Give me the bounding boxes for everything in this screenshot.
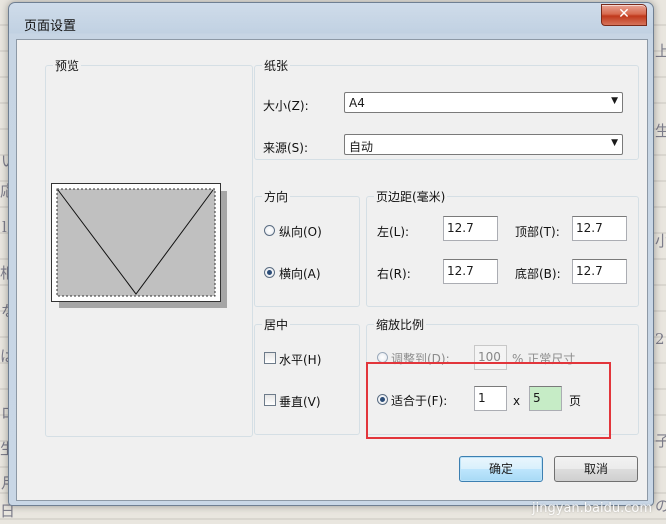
- margin-left-input[interactable]: 12.7: [443, 216, 498, 241]
- scaling-legend: 缩放比例: [374, 316, 427, 333]
- center-vertical-checkbox[interactable]: [264, 394, 276, 406]
- center-group: 居中: [254, 316, 360, 435]
- scrawl-14: 2: [655, 330, 665, 348]
- close-button[interactable]: ✕: [601, 4, 647, 26]
- paper-size-label: 大小(Z):: [263, 99, 309, 113]
- chevron-down-icon: ▼: [611, 138, 618, 148]
- cancel-button[interactable]: 取消: [554, 456, 638, 482]
- margin-bottom-input[interactable]: 12.7: [572, 259, 627, 284]
- preview-page: [51, 183, 221, 302]
- center-horizontal-label[interactable]: 水平(H): [279, 351, 321, 368]
- dialog-body: 预览 纸张 大小(Z): A4 ▼ 来源(S): 自动 ▼ 方向 纵向(O) 横…: [16, 39, 648, 501]
- center-vertical-label[interactable]: 垂直(V): [279, 393, 321, 410]
- preview-printable-area: [56, 188, 216, 297]
- paper-source-value: 自动: [349, 140, 374, 154]
- scrawl-3: l: [2, 218, 7, 236]
- landscape-radio[interactable]: [264, 267, 275, 278]
- margin-bottom-label: 底部(B):: [515, 267, 561, 281]
- close-icon: ✕: [618, 6, 630, 22]
- margin-left-label: 左(L):: [377, 225, 410, 239]
- paper-legend: 纸张: [262, 57, 291, 74]
- title-bar[interactable]: 页面设置 ✕: [9, 3, 653, 41]
- margins-legend: 页边距(毫米): [374, 188, 448, 205]
- scrawl-16: の: [655, 497, 666, 515]
- watermark-text: jingyan.baidu.com: [532, 501, 652, 516]
- landscape-label[interactable]: 横向(A): [279, 265, 321, 282]
- margin-right-input[interactable]: 12.7: [443, 259, 498, 284]
- margin-top-input[interactable]: 12.7: [572, 216, 627, 241]
- scrawl-15: 子: [655, 432, 666, 450]
- paper-size-value: A4: [349, 96, 365, 110]
- ok-button[interactable]: 确定: [459, 456, 543, 482]
- center-legend: 居中: [262, 316, 291, 333]
- orientation-legend: 方向: [262, 188, 291, 205]
- dialog-title: 页面设置: [24, 19, 77, 34]
- center-horizontal-checkbox[interactable]: [264, 352, 276, 364]
- page-setup-dialog: 页面设置 ✕ 预览 纸张 大小(Z): A4 ▼ 来源(S): 自动 ▼ 方向 …: [8, 2, 654, 506]
- margins-group: 页边距(毫米): [366, 188, 639, 307]
- margin-right-label: 右(R):: [377, 267, 411, 281]
- orientation-group: 方向: [254, 188, 360, 307]
- preview-legend: 预览: [53, 57, 82, 74]
- portrait-radio[interactable]: [264, 225, 275, 236]
- paper-size-select[interactable]: A4 ▼: [344, 92, 623, 113]
- chevron-down-icon: ▼: [611, 96, 618, 106]
- highlight-annotation-box: [366, 362, 611, 439]
- margin-top-label: 顶部(T):: [515, 225, 560, 239]
- scrawl-13: 小: [655, 232, 666, 250]
- preview-print-region: [56, 188, 216, 297]
- scrawl-11: 上: [655, 42, 666, 60]
- paper-source-select[interactable]: 自动 ▼: [344, 134, 623, 155]
- portrait-label[interactable]: 纵向(O): [279, 223, 322, 240]
- paper-source-label: 来源(S):: [263, 141, 309, 155]
- scrawl-12: 生: [655, 122, 666, 140]
